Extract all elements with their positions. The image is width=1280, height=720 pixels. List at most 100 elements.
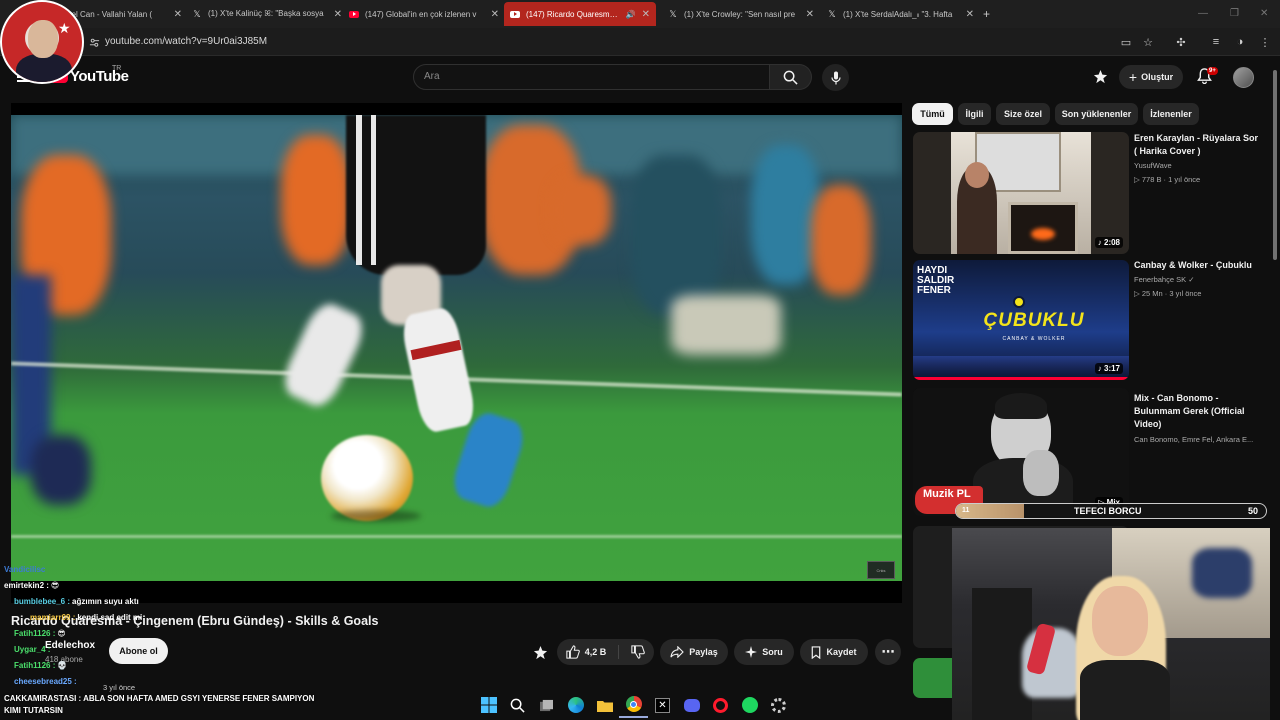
plus-icon: + <box>1128 69 1138 85</box>
search-icon <box>783 70 798 85</box>
account-avatar[interactable] <box>1233 67 1254 88</box>
close-window-icon[interactable]: ✕ <box>1260 8 1268 19</box>
thumbnail-side-text: HAYDI SALDIR FENER <box>917 265 955 296</box>
browser-tab-active[interactable]: (147) Ricardo Quaresma - Ç 🔊 ✕ <box>504 2 656 26</box>
chat-message: Fatih1126 : 💀 <box>14 661 68 670</box>
filter-chip-related[interactable]: İlgili <box>958 103 991 125</box>
ask-label: Soru <box>762 647 783 657</box>
share-arrow-icon <box>670 646 685 658</box>
rec-channel-name[interactable]: YusufWave <box>1134 161 1172 170</box>
thumbs-down-icon <box>631 645 646 659</box>
video-player[interactable]: Cnks <box>11 103 902 603</box>
chat-message: Fatih1126 : 😎 <box>14 629 66 638</box>
task-view-icon[interactable] <box>532 692 561 718</box>
voice-search-button[interactable] <box>822 64 849 91</box>
search-button[interactable] <box>770 64 812 90</box>
browser-tab[interactable]: 𝕏 (1) X'te Crowley: "Sen nasıl pre ✕ <box>668 4 814 24</box>
x-app-icon[interactable]: ✕ <box>648 692 677 718</box>
chat-message: cheesebread25 : <box>14 677 77 686</box>
channel-name[interactable]: Edelechox <box>45 640 95 651</box>
minimize-icon[interactable]: — <box>1198 8 1208 19</box>
cast-icon[interactable]: ▭ <box>1119 35 1133 49</box>
video-thumbnail[interactable]: HAYDI SALDIR FENER ÇUBUKLU CANBAY & WOLK… <box>913 260 1129 380</box>
streamer-logo-avatar: ★ <box>0 0 84 84</box>
rec-video-meta: ▷ 25 Mn · 3 yıl önce <box>1134 289 1202 298</box>
bookmark-icon <box>812 645 821 659</box>
like-button[interactable]: 4,2 B <box>566 645 620 659</box>
browser-profile-icon[interactable]: ◑ <box>1233 35 1247 49</box>
discord-icon[interactable] <box>677 692 706 718</box>
search-input[interactable]: Ara <box>424 71 440 82</box>
site-info-icon[interactable] <box>87 35 101 49</box>
tab-title: (147) Global'in en çok izlenen v <box>365 9 477 19</box>
create-button[interactable]: + Oluştur <box>1119 65 1183 89</box>
filter-chip-all[interactable]: Tümü <box>912 103 953 125</box>
tab-title: (1) X'te SerdalAdalı_ₗₗ "3. Hafta <box>843 9 953 19</box>
bookmark-star-icon[interactable]: ☆ <box>1141 35 1155 49</box>
filter-chip-recent[interactable]: Son yüklenenler <box>1055 103 1138 125</box>
scrollbar-thumb[interactable] <box>1273 70 1277 260</box>
windows-start-icon[interactable] <box>474 692 503 718</box>
browser-tab[interactable]: (147) Global'in en çok izlenen v ✕ <box>349 4 499 24</box>
dislike-button[interactable] <box>619 645 646 659</box>
rec-channel-name[interactable]: Can Bonomo, Emre Fel, Ankara E... <box>1134 435 1253 444</box>
settings-app-icon[interactable] <box>764 692 793 718</box>
filter-chip-watched[interactable]: İzlenenler <box>1143 103 1199 125</box>
premium-studio-icon[interactable] <box>1093 69 1108 89</box>
browser-tab[interactable]: 𝕏 (1) X'te Kalinüç ꕤ: "Başka sosya ✕ <box>192 4 342 24</box>
maximize-icon[interactable]: ❐ <box>1230 8 1239 19</box>
spotify-icon[interactable] <box>735 692 764 718</box>
more-dots-icon: ⋯ <box>881 644 895 659</box>
rec-channel-name[interactable]: Fenerbahçe SK ✓ <box>1134 275 1194 284</box>
windows-taskbar: ✕ <box>474 690 804 720</box>
save-button[interactable]: Kaydet <box>800 639 868 665</box>
tab-title: (147) Ricardo Quaresma - Ç <box>526 9 620 19</box>
address-bar: youtube.com/watch?v=9Ur0ai3J85M ▭ ☆ ✣ ≡ … <box>0 28 1280 56</box>
close-icon[interactable]: ✕ <box>334 9 342 20</box>
video-duration: ♪ 3:17 <box>1094 363 1123 374</box>
create-label: Oluştur <box>1141 72 1174 82</box>
url-field[interactable]: youtube.com/watch?v=9Ur0ai3J85M <box>105 36 267 47</box>
sparkle-icon <box>745 646 758 658</box>
browser-menu-icon[interactable]: ⋮ <box>1258 35 1272 49</box>
video-frame[interactable]: Cnks <box>11 115 902 581</box>
thumbnail-subtext: CANBAY & WOLKER <box>1002 336 1066 342</box>
chat-message: mamiarr09 : kendi sad edit mi <box>30 613 143 622</box>
close-icon[interactable]: ✕ <box>491 9 499 20</box>
close-icon[interactable]: ✕ <box>806 9 814 20</box>
share-button[interactable]: Paylaş <box>660 639 728 665</box>
ask-button[interactable]: Soru <box>734 639 794 665</box>
video-thumbnail[interactable]: ♪ 2:08 <box>913 132 1129 254</box>
browser-tab[interactable]: 𝕏 (1) X'te SerdalAdalı_ₗₗ "3. Hafta ✕ <box>827 4 974 24</box>
close-icon[interactable]: ✕ <box>642 9 650 20</box>
music-position: 11 <box>962 507 970 514</box>
close-icon[interactable]: ✕ <box>174 9 182 20</box>
rec-video-meta: ▷ 778 B · 1 yıl önce <box>1134 175 1201 184</box>
browser-tab-bar: Sibel Can - Vallahi Yalan ( ✕ 𝕏 (1) X'te… <box>0 0 1280 28</box>
extensions-icon[interactable]: ✣ <box>1174 35 1188 49</box>
search-box[interactable]: Ara <box>413 64 770 90</box>
rec-video-title[interactable]: Eren Karaylan - Rüyalara Sor ( Harika Co… <box>1134 132 1260 158</box>
edge-browser-icon[interactable] <box>561 692 590 718</box>
tab-title: (1) X'te Kalinüç ꕤ: "Başka sosya <box>208 9 324 18</box>
taskbar-search-icon[interactable] <box>503 692 532 718</box>
more-actions-button[interactable]: ⋯ <box>875 639 901 665</box>
chrome-icon[interactable] <box>619 692 648 718</box>
opera-icon[interactable] <box>706 692 735 718</box>
media-control-icon[interactable]: ≡ <box>1209 35 1223 49</box>
new-tab-button[interactable]: + <box>983 4 997 24</box>
close-icon[interactable]: ✕ <box>966 9 974 20</box>
file-explorer-icon[interactable] <box>590 692 619 718</box>
premium-star-icon[interactable] <box>533 645 548 665</box>
page-scrollbar[interactable] <box>1270 62 1280 720</box>
filter-chip-for-you[interactable]: Size özel <box>996 103 1050 125</box>
subscribe-button[interactable]: Abone ol <box>109 638 168 664</box>
chat-message: Uygar_4 : <box>14 645 51 654</box>
rec-video-title[interactable]: Mix - Can Bonomo - Bulunmam Gerek (Offic… <box>1134 392 1260 431</box>
audio-playing-icon[interactable]: 🔊 <box>626 10 636 19</box>
x-logo-icon: 𝕏 <box>669 8 677 19</box>
thumbs-up-icon <box>566 645 580 659</box>
notification-count-badge: 9+ <box>1207 67 1218 75</box>
save-label: Kaydet <box>826 647 857 657</box>
rec-video-title[interactable]: Canbay & Wolker - Çubuklu <box>1134 259 1260 272</box>
